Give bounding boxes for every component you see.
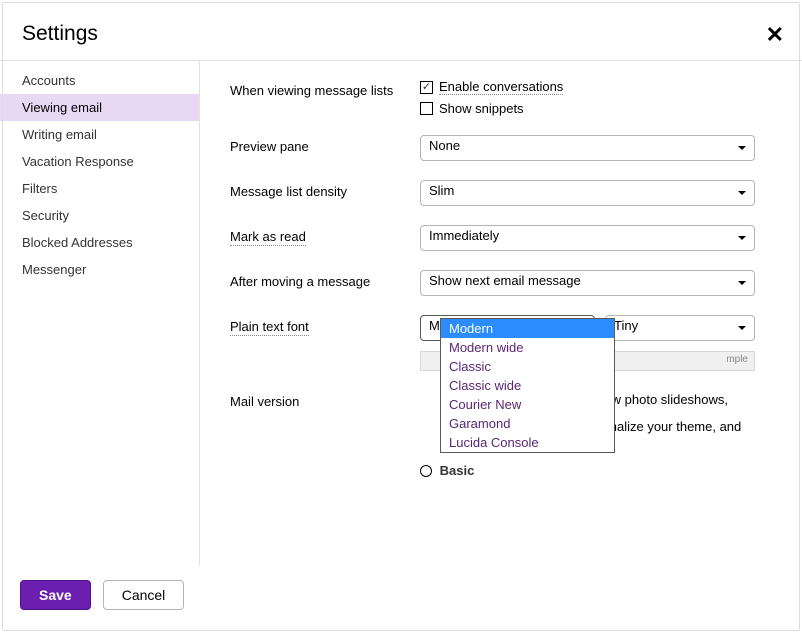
select-density[interactable]: Slim [420, 180, 755, 206]
label-message-lists: When viewing message lists [230, 79, 420, 98]
radio-basic[interactable] [420, 465, 432, 477]
select-mark-as-read[interactable]: Immediately [420, 225, 755, 251]
font-option-lucida-console[interactable]: Lucida Console [441, 433, 614, 452]
label-density: Message list density [230, 180, 420, 199]
select-preview-pane[interactable]: None [420, 135, 755, 161]
font-option-classic[interactable]: Classic [441, 357, 614, 376]
checkbox-label-enable-conversations: Enable conversations [439, 79, 563, 95]
checkbox-show-snippets[interactable] [420, 102, 433, 115]
sidebar-item-messenger[interactable]: Messenger [0, 256, 199, 283]
settings-content: When viewing message lists ✓ Enable conv… [200, 61, 802, 566]
sidebar-item-accounts[interactable]: Accounts [0, 67, 199, 94]
radio-label-basic: Basic [440, 463, 475, 478]
sidebar-item-security[interactable]: Security [0, 202, 199, 229]
label-after-move: After moving a message [230, 270, 420, 289]
font-option-garamond[interactable]: Garamond [441, 414, 614, 433]
font-option-classic-wide[interactable]: Classic wide [441, 376, 614, 395]
sidebar-item-vacation-response[interactable]: Vacation Response [0, 148, 199, 175]
sidebar-item-filters[interactable]: Filters [0, 175, 199, 202]
save-button[interactable]: Save [20, 580, 91, 610]
font-option-modern[interactable]: Modern [441, 319, 614, 338]
dropdown-plain-font-options[interactable]: Modern Modern wide Classic Classic wide … [440, 318, 615, 453]
cancel-button[interactable]: Cancel [103, 580, 185, 610]
font-option-modern-wide[interactable]: Modern wide [441, 338, 614, 357]
font-option-courier-new[interactable]: Courier New [441, 395, 614, 414]
settings-sidebar: Accounts Viewing email Writing email Vac… [0, 61, 200, 566]
select-plain-font-size[interactable]: Tiny [605, 315, 755, 341]
checkbox-enable-conversations[interactable]: ✓ [420, 81, 433, 94]
close-icon[interactable]: ✕ [766, 22, 792, 46]
sidebar-item-blocked-addresses[interactable]: Blocked Addresses [0, 229, 199, 256]
select-after-move[interactable]: Show next email message [420, 270, 755, 296]
label-mail-version: Mail version [230, 390, 420, 409]
sidebar-item-viewing-email[interactable]: Viewing email [0, 94, 199, 121]
label-preview-pane: Preview pane [230, 135, 420, 154]
sidebar-item-writing-email[interactable]: Writing email [0, 121, 199, 148]
page-title: Settings [22, 22, 98, 46]
label-plain-text-font: Plain text font [230, 315, 420, 334]
checkbox-label-show-snippets: Show snippets [439, 101, 524, 116]
label-mark-as-read: Mark as read [230, 225, 420, 244]
